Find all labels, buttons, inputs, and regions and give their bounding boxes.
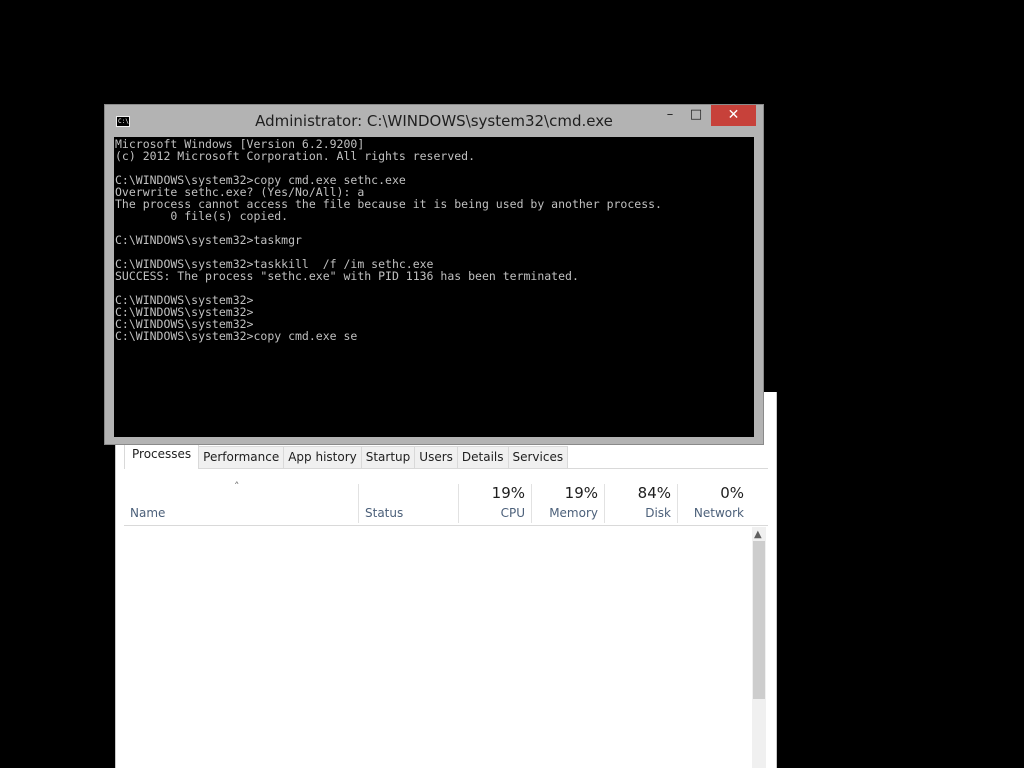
scrollbar-thumb[interactable] bbox=[753, 541, 765, 699]
task-manager-tabs: Processes Performance App history Startu… bbox=[124, 444, 768, 469]
disk-percent: 84% bbox=[637, 484, 671, 502]
console-line: C:\WINDOWS\system32>taskmgr bbox=[115, 233, 302, 247]
console-input-line[interactable]: C:\WINDOWS\system32>copy cmd.exe se bbox=[114, 330, 754, 342]
tab-app-history[interactable]: App history bbox=[283, 446, 362, 468]
cmd-titlebar[interactable]: C:\ Administrator: C:\WINDOWS\system32\c… bbox=[105, 105, 763, 137]
column-header-memory[interactable]: 19% Memory bbox=[531, 484, 604, 523]
console-line: SUCCESS: The process "sethc.exe" with PI… bbox=[115, 269, 579, 283]
column-header-network[interactable]: 0% Network bbox=[677, 484, 750, 523]
maximize-icon: □ bbox=[689, 107, 703, 122]
column-header-name[interactable]: ˄ Name bbox=[124, 480, 358, 523]
column-cpu-label: CPU bbox=[500, 506, 525, 520]
column-memory-label: Memory bbox=[549, 506, 598, 520]
close-icon: ✕ bbox=[727, 107, 740, 123]
scroll-up-icon[interactable]: ▲ bbox=[754, 529, 762, 540]
column-header-status[interactable]: Status bbox=[358, 484, 458, 523]
console-line: (c) 2012 Microsoft Corporation. All righ… bbox=[115, 149, 476, 163]
cpu-percent: 19% bbox=[491, 484, 525, 502]
column-header-disk[interactable]: 84% Disk bbox=[604, 484, 677, 523]
cmd-window[interactable]: C:\ Administrator: C:\WINDOWS\system32\c… bbox=[104, 104, 764, 445]
sort-ascending-icon: ˄ bbox=[234, 480, 240, 493]
network-percent: 0% bbox=[720, 484, 744, 502]
minimize-button[interactable]: – bbox=[657, 105, 683, 126]
column-network-label: Network bbox=[693, 506, 744, 520]
column-status-label: Status bbox=[365, 506, 404, 520]
tab-processes[interactable]: Processes bbox=[124, 444, 200, 469]
tab-startup[interactable]: Startup bbox=[360, 446, 416, 468]
tab-users[interactable]: Users bbox=[414, 446, 458, 468]
process-table-header: ˄ Name Status 19% CPU 19% Memory 84% Dis… bbox=[124, 480, 768, 526]
tab-performance[interactable]: Performance bbox=[198, 446, 285, 468]
maximize-button[interactable]: □ bbox=[683, 105, 709, 126]
tab-details[interactable]: Details bbox=[456, 446, 509, 468]
memory-percent: 19% bbox=[564, 484, 598, 502]
column-name-label: Name bbox=[130, 506, 166, 520]
process-list-scrollbar[interactable]: ▲ bbox=[752, 527, 766, 768]
console-line: 0 file(s) copied. bbox=[115, 209, 289, 223]
column-header-cpu[interactable]: 19% CPU bbox=[458, 484, 531, 523]
minimize-icon: – bbox=[666, 107, 674, 122]
cmd-console-output[interactable]: Microsoft Windows [Version 6.2.9200] (c)… bbox=[114, 137, 754, 437]
close-button[interactable]: ✕ bbox=[711, 105, 756, 126]
tab-services[interactable]: Services bbox=[507, 446, 569, 468]
task-manager-window: Processes Performance App history Startu… bbox=[115, 392, 777, 768]
column-disk-label: Disk bbox=[645, 506, 671, 520]
